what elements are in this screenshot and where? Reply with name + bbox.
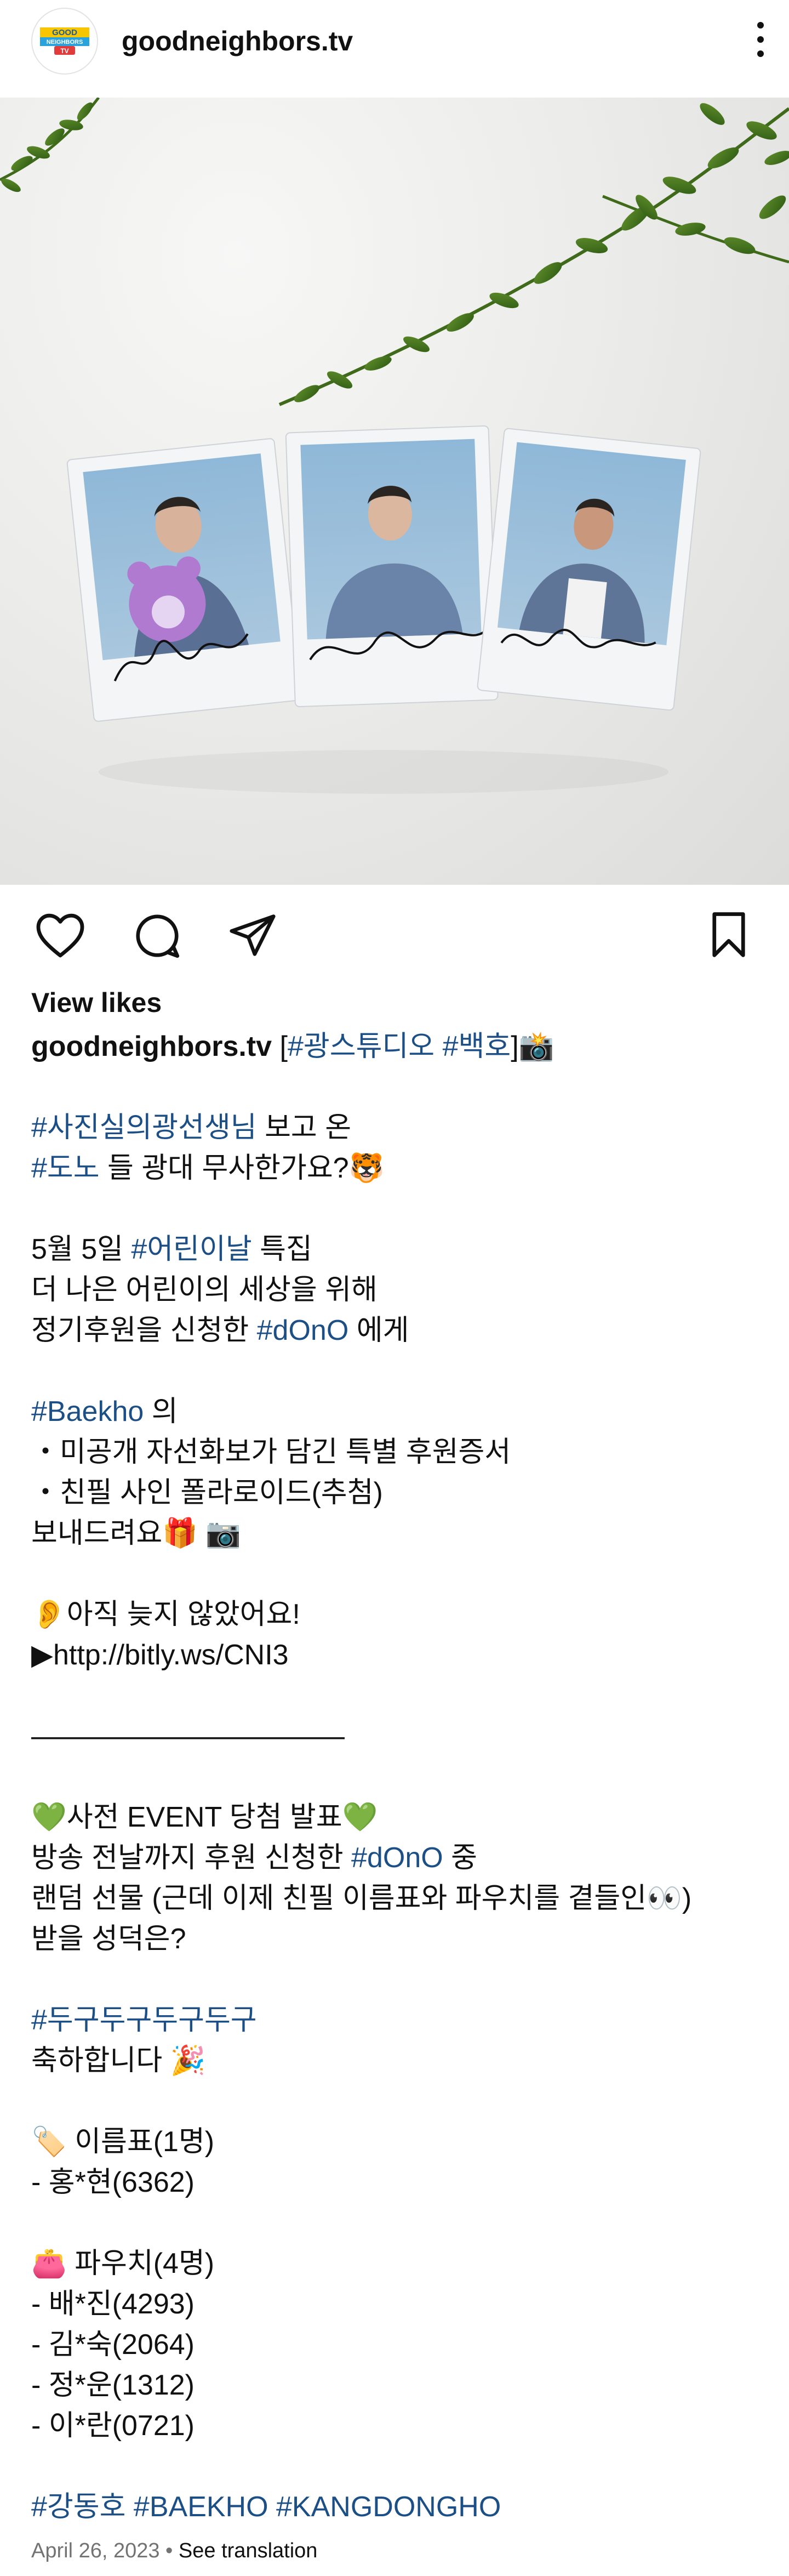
caption-line: 축하합니다 🎉 bbox=[31, 2045, 206, 2077]
caption-line: #Baekho 의 bbox=[31, 1396, 178, 1428]
caption-line: #사진실의광선생님 보고 온 bbox=[31, 1112, 352, 1144]
hashtag-link[interactable]: #광스튜디오 bbox=[288, 1031, 434, 1062]
svg-text:NEIGHBORS: NEIGHBORS bbox=[47, 39, 83, 46]
caption-line: ・친필 사인 폴라로이드(추첨) bbox=[31, 1477, 383, 1509]
caption-line: 👂아직 늦지 않았어요! bbox=[31, 1599, 300, 1630]
caption-link[interactable]: ▶http://bitly.ws/CNI3 bbox=[31, 1635, 760, 1675]
caption-line: - 김*숙(2064) bbox=[31, 2329, 195, 2361]
caption-line: #두구두구두구두구 bbox=[31, 2000, 760, 2040]
post-header: GOOD NEIGHBORS TV goodneighbors.tv bbox=[0, 0, 789, 98]
caption-divider: ——————————— bbox=[31, 1720, 345, 1752]
caption-line: 더 나은 어린이의 세상을 위해 bbox=[31, 1274, 378, 1306]
hashtag-link[interactable]: #도노 bbox=[31, 1152, 100, 1184]
plant-leaves-left-icon bbox=[0, 98, 100, 192]
caption-line: 💚사전 EVENT 당첨 발표💚 bbox=[31, 1801, 378, 1833]
svg-text:GOOD: GOOD bbox=[52, 28, 77, 37]
caption-line: 🏷️ 이름표(1명) bbox=[31, 2126, 215, 2158]
bookmark-icon[interactable] bbox=[707, 910, 751, 962]
profile-avatar[interactable]: GOOD NEIGHBORS TV bbox=[31, 8, 98, 75]
view-likes-link[interactable]: View likes bbox=[31, 987, 760, 1019]
good-neighbors-logo: GOOD NEIGHBORS TV bbox=[40, 27, 89, 55]
hashtag-link[interactable]: #BAEKHO bbox=[134, 2491, 268, 2523]
caption-line: 보내드려요🎁 📷 bbox=[31, 1517, 242, 1549]
caption-line: 랜덤 선물 (근데 이제 친필 이름표와 파우치를 곁들인👀) bbox=[31, 1883, 692, 1914]
caption-line: ・미공개 자선화보가 담긴 특별 후원증서 bbox=[31, 1436, 511, 1468]
caption-line: 받을 성덕은? bbox=[31, 1923, 186, 1955]
header-username[interactable]: goodneighbors.tv bbox=[122, 25, 353, 57]
caption-line: - 배*진(4293) bbox=[31, 2288, 195, 2320]
caption-line: 정기후원을 신청한 #dOnO 에게 bbox=[31, 1315, 409, 1346]
polaroid-card-2 bbox=[285, 425, 499, 708]
caption-line: #강동호 #BAEKHO #KANGDONGHO bbox=[31, 2487, 760, 2527]
post-photo[interactable] bbox=[0, 98, 789, 885]
heart-icon[interactable] bbox=[34, 910, 87, 962]
caption-line: 5월 5일 #어린이날 특집 bbox=[31, 1233, 312, 1265]
hashtag-link[interactable]: #KANGDONGHO bbox=[276, 2491, 501, 2523]
plant-leaves-right-icon bbox=[278, 103, 789, 406]
caption-line: 👛 파우치(4명) bbox=[31, 2248, 215, 2279]
comment-icon[interactable] bbox=[132, 910, 183, 964]
caption-title: goodneighbors.tv [#광스튜디오 #백호]📸 bbox=[31, 1031, 554, 1062]
caption-username[interactable]: goodneighbors.tv bbox=[31, 1031, 272, 1062]
post-date: April 26, 2023 bbox=[31, 2539, 160, 2562]
caption-line: - 홍*현(6362) bbox=[31, 2166, 195, 2198]
caption-line: 방송 전날까지 후원 신청한 #dOnO 중 bbox=[31, 1842, 477, 1874]
caption-line: - 정*운(1312) bbox=[31, 2369, 195, 2401]
action-bar bbox=[0, 885, 789, 994]
polaroid-card-1 bbox=[66, 438, 302, 722]
share-icon[interactable] bbox=[227, 910, 278, 963]
hashtag-link[interactable]: #사진실의광선생님 bbox=[31, 1112, 257, 1144]
polaroid-card-3 bbox=[477, 428, 701, 711]
post-meta: April 26, 2023 • See translation bbox=[31, 2539, 318, 2562]
polaroid-photo-illustration bbox=[0, 98, 789, 794]
hashtag-link[interactable]: #백호 bbox=[443, 1031, 511, 1062]
caption-line: - 이*란(0721) bbox=[31, 2410, 195, 2442]
see-translation-link[interactable]: See translation bbox=[179, 2539, 318, 2562]
post-caption: View likes goodneighbors.tv [#광스튜디오 #백호]… bbox=[31, 987, 760, 2563]
hashtag-link[interactable]: #어린이날 bbox=[131, 1233, 251, 1265]
hashtag-link[interactable]: #Baekho bbox=[31, 1396, 144, 1428]
more-options-icon[interactable] bbox=[754, 22, 767, 65]
hashtag-link[interactable]: #dOnO bbox=[257, 1315, 349, 1346]
caption-line: #도노 들 광대 무사한가요?🐯 bbox=[31, 1152, 385, 1184]
hashtag-link[interactable]: #dOnO bbox=[351, 1842, 443, 1874]
svg-text:TV: TV bbox=[60, 47, 68, 55]
hashtag-link[interactable]: #강동호 bbox=[31, 2491, 125, 2523]
hashtag-link[interactable]: #두구두구두구두구 bbox=[31, 2004, 257, 2036]
